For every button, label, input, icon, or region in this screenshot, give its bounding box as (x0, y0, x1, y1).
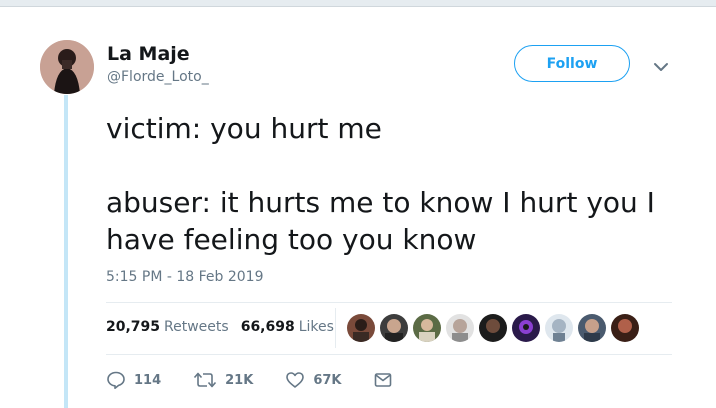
tweet-line: abuser: it hurts me to know I hurt you I (106, 186, 655, 219)
tweet-text: victim: you hurt me abuser: it hurts me … (106, 110, 666, 258)
direct-message-button[interactable] (373, 370, 401, 390)
engagement-stats: 20,795 Retweets 66,698 Likes (106, 319, 334, 335)
liker-avatar[interactable] (446, 314, 474, 342)
like-button[interactable]: 67K (285, 370, 341, 390)
display-name[interactable]: La Maje (107, 43, 190, 65)
liker-avatar[interactable] (380, 314, 408, 342)
tweet-line: victim: you hurt me (106, 112, 382, 145)
heart-icon (286, 372, 305, 388)
retweets-count: 20,795 (106, 319, 161, 335)
follow-button[interactable]: Follow (514, 45, 630, 82)
previous-tweet-edge (0, 0, 716, 7)
reply-button[interactable]: 114 (106, 370, 161, 390)
like-count: 67K (313, 372, 342, 388)
liker-avatar[interactable] (611, 314, 639, 342)
tweet-timestamp[interactable]: 5:15 PM - 18 Feb 2019 (106, 269, 264, 285)
tweet-actions: 114 21K 67K (106, 370, 433, 390)
divider (106, 354, 672, 355)
avatar[interactable] (40, 40, 94, 94)
retweet-icon (194, 372, 217, 388)
user-handle[interactable]: @Florde_Loto_ (107, 69, 209, 85)
liker-avatar[interactable] (545, 314, 573, 342)
thread-line (64, 95, 68, 408)
stats-separator (335, 308, 336, 348)
liker-avatar[interactable] (578, 314, 606, 342)
likes-count: 66,698 (240, 319, 295, 335)
message-icon (375, 373, 392, 387)
likes-label: Likes (298, 319, 334, 335)
retweet-count: 21K (225, 372, 254, 388)
liker-avatar[interactable] (347, 314, 375, 342)
retweets-stat[interactable]: 20,795 Retweets (106, 319, 229, 335)
divider (106, 302, 672, 303)
likers-avatars (347, 314, 644, 342)
tweet-line: have feeling too you know (106, 223, 477, 256)
reply-icon (107, 371, 125, 389)
reply-count: 114 (134, 372, 162, 388)
liker-avatar[interactable] (512, 314, 540, 342)
liker-avatar[interactable] (479, 314, 507, 342)
likes-stat[interactable]: 66,698 Likes (241, 319, 334, 335)
retweets-label: Retweets (164, 319, 229, 335)
retweet-button[interactable]: 21K (193, 370, 253, 390)
chevron-down-icon[interactable] (652, 58, 670, 76)
liker-avatar[interactable] (413, 314, 441, 342)
